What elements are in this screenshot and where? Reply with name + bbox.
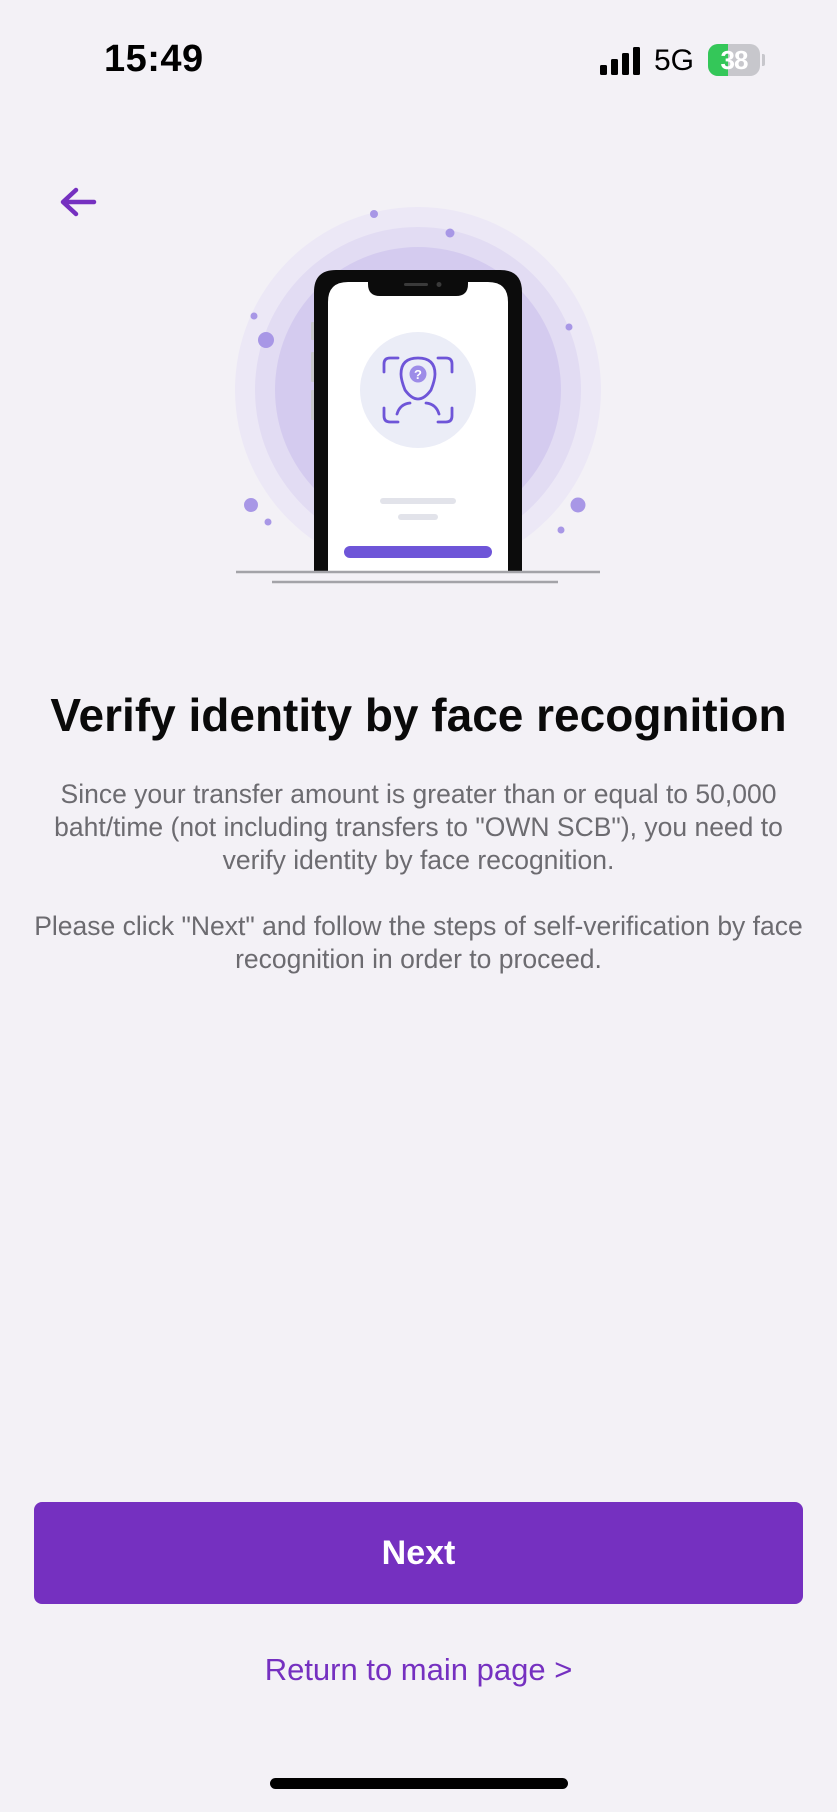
battery-icon: 38	[708, 44, 765, 76]
status-time: 15:49	[104, 38, 204, 80]
home-indicator	[270, 1778, 568, 1789]
network-label: 5G	[654, 44, 695, 77]
page-title: Verify identity by face recognition	[50, 689, 787, 741]
back-button[interactable]	[48, 172, 108, 232]
description-text: Since your transfer amount is greater th…	[54, 779, 783, 875]
svg-text:?: ?	[414, 367, 422, 382]
instruction-text: Please click "Next" and follow the steps…	[34, 911, 803, 974]
signal-icon	[600, 47, 640, 75]
arrow-left-icon	[60, 187, 97, 217]
face-recognition-illustration: ?	[235, 207, 601, 584]
battery-level: 38	[720, 45, 749, 75]
return-to-main-link[interactable]: Return to main page >	[0, 1652, 837, 1688]
status-bar: 15:49 5G 38	[0, 0, 837, 120]
next-button[interactable]: Next	[34, 1502, 803, 1604]
